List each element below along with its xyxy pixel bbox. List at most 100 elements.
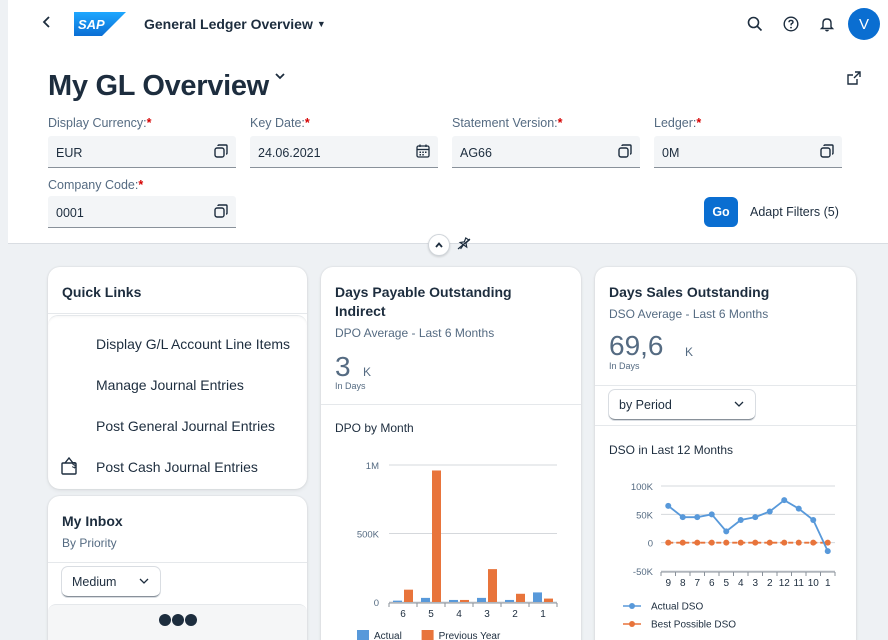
help-button[interactable] bbox=[780, 13, 802, 35]
value-help-icon[interactable] bbox=[212, 202, 230, 220]
x-tick-label: 2 bbox=[512, 609, 518, 620]
point-actual-dso bbox=[810, 517, 817, 523]
statement-version-label: Statement Version:* bbox=[452, 116, 563, 130]
pin-header-button[interactable] bbox=[456, 236, 472, 257]
share-button[interactable] bbox=[846, 70, 862, 91]
help-icon bbox=[783, 16, 799, 32]
x-tick-label: 10 bbox=[808, 578, 820, 589]
x-tick-label: 3 bbox=[752, 578, 758, 589]
point-best-possible-dso bbox=[795, 539, 802, 546]
x-tick-label: 9 bbox=[665, 578, 671, 589]
dso-line-chart: 100K 50K 0 -50K 9 8 7 6 5 4 3 2 12 11 10 1 Actual DSO Bes… bbox=[623, 482, 836, 631]
company-code-value: 0001 bbox=[56, 206, 84, 220]
point-actual-dso bbox=[766, 508, 773, 515]
key-date-label: Key Date:* bbox=[250, 116, 310, 130]
quick-link-item[interactable]: Post General Journal Entries bbox=[96, 418, 275, 434]
dpo-bar-chart: 1M 500K 0 6 5 4 3 2 1 Actual Previous Year bbox=[357, 461, 558, 640]
company-code-field[interactable]: 0001 bbox=[48, 196, 236, 228]
quick-link-item[interactable]: Display G/L Account Line Items bbox=[96, 336, 290, 352]
search-button[interactable] bbox=[744, 13, 766, 35]
caret-down-icon: ▼ bbox=[316, 19, 326, 29]
point-actual-dso bbox=[665, 502, 672, 509]
point-best-possible-dso bbox=[810, 539, 817, 546]
adapt-filters-button[interactable]: Adapt Filters (5) bbox=[750, 205, 839, 219]
point-best-possible-dso bbox=[665, 539, 672, 546]
app-title: General Ledger Overview bbox=[144, 16, 313, 32]
dso-card[interactable]: Days Sales Outstanding DSO Average - Las… bbox=[595, 267, 856, 640]
sap-logo[interactable]: SAP bbox=[74, 12, 126, 36]
bar-previous-year bbox=[544, 598, 553, 602]
value-help-icon[interactable] bbox=[818, 142, 836, 160]
legend-marker bbox=[629, 621, 635, 627]
point-best-possible-dso bbox=[708, 539, 715, 546]
value-help-icon[interactable] bbox=[616, 142, 634, 160]
bar-previous-year bbox=[488, 569, 497, 602]
bar-actual bbox=[505, 599, 514, 602]
x-tick-label: 4 bbox=[738, 578, 744, 589]
collapse-header-button[interactable] bbox=[428, 234, 450, 256]
dso-title: Days Sales Outstanding bbox=[609, 284, 770, 300]
chevron-down-icon bbox=[275, 73, 285, 80]
back-button[interactable] bbox=[42, 15, 52, 31]
x-tick-label: 5 bbox=[428, 609, 434, 620]
user-avatar[interactable]: V bbox=[848, 8, 880, 40]
legend-label: Previous Year bbox=[439, 631, 501, 640]
point-best-possible-dso bbox=[781, 539, 788, 546]
quick-links-card: Quick Links Display G/L Account Line Ite… bbox=[48, 267, 307, 489]
x-tick-label: 5 bbox=[723, 578, 729, 589]
variant-dropdown[interactable] bbox=[274, 68, 286, 86]
dpo-kpi-note: In Days bbox=[335, 381, 366, 391]
x-tick-label: 6 bbox=[400, 609, 406, 620]
legend-swatch bbox=[421, 630, 434, 640]
app-title-menu[interactable]: General Ledger Overview ▼ bbox=[144, 16, 326, 32]
value-help-icon[interactable] bbox=[212, 142, 230, 160]
bar-previous-year bbox=[516, 593, 525, 602]
page-title: My GL Overview bbox=[48, 70, 269, 102]
bar-previous-year bbox=[432, 470, 441, 602]
point-best-possible-dso bbox=[766, 539, 773, 546]
calendar-icon[interactable] bbox=[414, 142, 432, 160]
ledger-value: 0M bbox=[662, 146, 680, 160]
period-select[interactable]: by Period bbox=[609, 390, 755, 420]
bell-icon bbox=[819, 18, 835, 32]
point-actual-dso bbox=[679, 514, 686, 521]
search-icon bbox=[747, 16, 763, 32]
x-tick-label: 1 bbox=[825, 578, 831, 589]
bar-previous-year bbox=[460, 599, 469, 602]
dso-kpi-unit: K bbox=[685, 345, 694, 359]
bar-actual bbox=[421, 597, 430, 602]
x-tick-label: 11 bbox=[794, 578, 805, 589]
key-date-field[interactable]: 24.06.2021 bbox=[250, 136, 438, 168]
y-tick-label: 0 bbox=[648, 539, 653, 550]
page-header: SAP General Ledger Overview ▼ V My GL Ov… bbox=[8, 0, 888, 244]
dpo-title: Days Payable Outstanding Indirect bbox=[335, 284, 512, 319]
point-actual-dso bbox=[723, 528, 730, 535]
key-date-value: 24.06.2021 bbox=[258, 146, 321, 160]
x-tick-label: 7 bbox=[694, 578, 700, 589]
statement-version-field[interactable]: AG66 bbox=[452, 136, 640, 168]
legend-swatch bbox=[357, 630, 369, 640]
dpo-card[interactable]: Days Payable Outstanding Indirect DPO Ave… bbox=[321, 267, 581, 640]
period-select-value: by Period bbox=[619, 398, 672, 412]
display-currency-field[interactable]: EUR bbox=[48, 136, 236, 168]
bar-actual bbox=[449, 599, 458, 602]
notifications-button[interactable] bbox=[816, 13, 838, 35]
y-tick-label: 1M bbox=[366, 461, 379, 472]
svg-text:$: $ bbox=[72, 461, 77, 470]
priority-select[interactable]: Medium bbox=[62, 567, 160, 597]
my-inbox-card: My Inbox By Priority Medium bbox=[48, 496, 307, 640]
quick-links-list: Display G/L Account Line Items Manage Jo… bbox=[48, 315, 307, 489]
shell-bar: SAP General Ledger Overview ▼ V bbox=[8, 0, 888, 48]
ledger-field[interactable]: 0M bbox=[654, 136, 842, 168]
sap-logo-text: SAP bbox=[78, 17, 105, 32]
x-tick-label: 4 bbox=[456, 609, 462, 620]
display-currency-label: Display Currency:* bbox=[48, 116, 152, 130]
dpo-chart-title: DPO by Month bbox=[335, 421, 414, 435]
priority-value: Medium bbox=[72, 575, 117, 589]
quick-link-item[interactable]: Manage Journal Entries bbox=[96, 377, 244, 393]
go-button[interactable]: Go bbox=[704, 197, 738, 227]
cash-journal-icon: $ bbox=[61, 456, 77, 475]
point-actual-dso bbox=[795, 505, 802, 512]
quick-link-item[interactable]: Post Cash Journal Entries bbox=[96, 459, 258, 475]
x-tick-label: 1 bbox=[540, 609, 546, 620]
